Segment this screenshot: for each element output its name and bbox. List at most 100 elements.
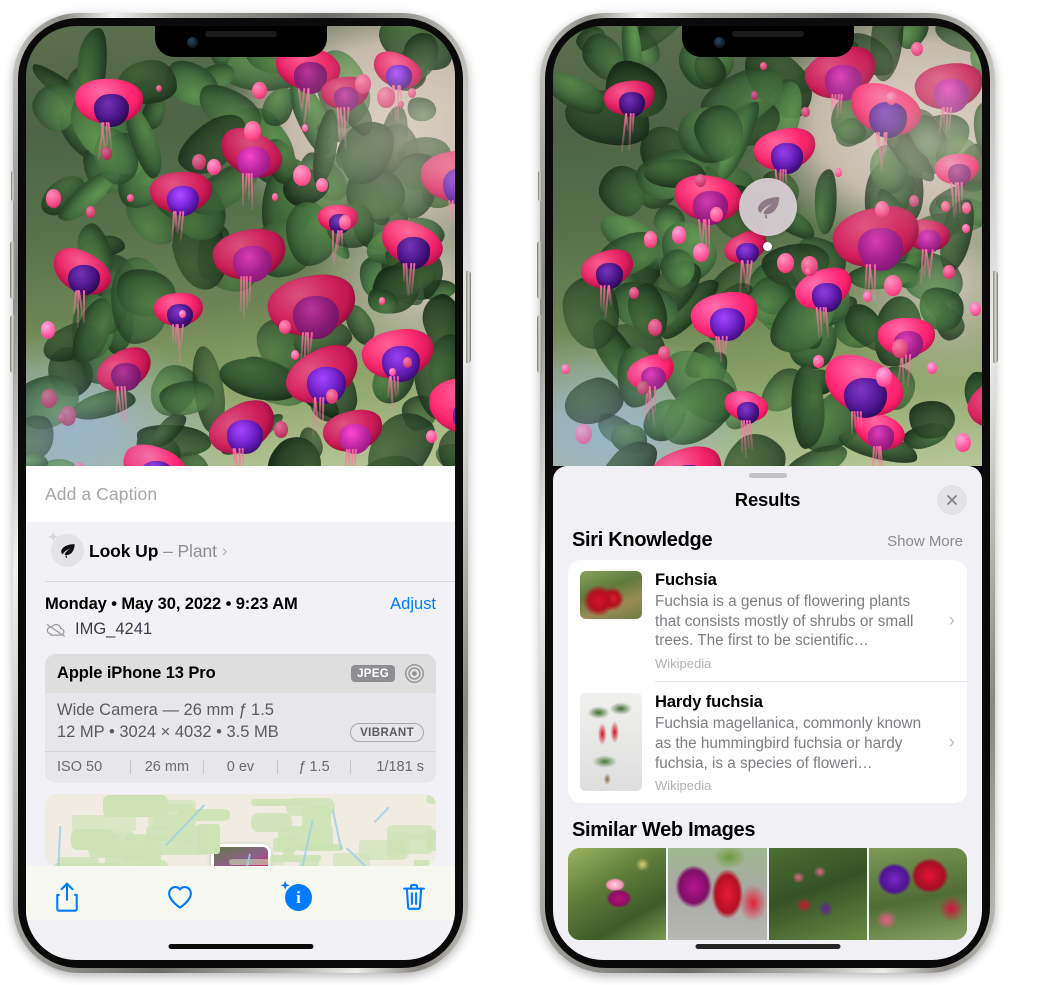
knowledge-text: Hardy fuchsia Fuchsia magellanica, commo…	[655, 693, 955, 793]
volume-up-button[interactable]	[537, 241, 542, 299]
lens-info: Wide Camera — 26 mm ƒ 1.5	[57, 701, 274, 719]
map-green-area	[426, 794, 436, 805]
look-up-row[interactable]: Look Up – Plant ›	[26, 522, 455, 581]
power-button[interactable]	[993, 271, 998, 363]
photo-bud	[908, 194, 919, 208]
knowledge-item[interactable]: Hardy fuchsia Fuchsia magellanica, commo…	[568, 682, 967, 803]
leaf-icon	[61, 544, 75, 558]
visual-lookup-badge[interactable]	[738, 178, 797, 251]
volume-down-button[interactable]	[10, 315, 15, 373]
chevron-right-icon: ›	[948, 609, 955, 631]
phone-screen-right: Results Siri Knowledge Show More Fuchsia…	[553, 26, 982, 960]
web-image-thumbnail[interactable]	[868, 848, 967, 941]
photo-fuchsia[interactable]	[26, 26, 455, 466]
caption-placeholder: Add a Caption	[45, 484, 158, 504]
power-button[interactable]	[466, 271, 471, 363]
photo-bud	[637, 381, 649, 396]
photo-stamen	[171, 323, 174, 342]
knowledge-item[interactable]: Fuchsia Fuchsia is a genus of flowering …	[568, 560, 967, 681]
web-image-thumbnail[interactable]	[668, 848, 767, 941]
volume-down-button[interactable]	[537, 315, 542, 373]
map-green-area	[414, 859, 429, 866]
home-indicator[interactable]	[168, 944, 313, 949]
photo-stamen	[346, 448, 351, 466]
photo-bud	[40, 320, 56, 339]
map-green-area	[293, 828, 315, 851]
show-more-button[interactable]: Show More	[887, 533, 963, 550]
photo-bud	[961, 202, 972, 214]
format-badge: JPEG	[351, 665, 395, 682]
photo-bud	[892, 339, 909, 358]
siri-knowledge-card: Fuchsia Fuchsia is a genus of flowering …	[568, 560, 967, 804]
share-icon[interactable]	[52, 881, 82, 913]
exif-stat-shutter: 1/181 s	[376, 759, 424, 775]
photo-bud	[776, 252, 794, 274]
photo-bud	[191, 153, 206, 171]
aperture-icon	[405, 664, 424, 683]
close-button[interactable]	[937, 485, 967, 515]
photo-bud	[326, 388, 339, 404]
photo-bud	[575, 424, 592, 445]
map-green-area	[102, 795, 168, 817]
knowledge-description: Fuchsia is a genus of flowering plants t…	[655, 593, 914, 650]
close-icon	[947, 495, 957, 505]
heart-icon[interactable]	[165, 881, 195, 913]
siri-knowledge-header: Siri Knowledge Show More	[553, 522, 982, 560]
photo-stamen	[82, 289, 85, 325]
map-green-area	[228, 858, 286, 865]
map-green-area	[285, 798, 336, 817]
photo-bud	[402, 356, 412, 368]
adjust-button[interactable]: Adjust	[390, 595, 436, 614]
location-map-card[interactable]	[45, 794, 436, 866]
chevron-right-icon: ›	[948, 731, 955, 753]
photo-bud	[648, 318, 662, 336]
photo-bud	[100, 146, 113, 160]
metadata-block: Monday • May 30, 2022 • 9:23 AM Adjust I…	[26, 582, 455, 648]
exif-card[interactable]: Apple iPhone 13 Pro JPEG Wide Camera — 2…	[45, 654, 436, 783]
photo-bud	[252, 81, 267, 99]
section-title: Similar Web Images	[572, 819, 756, 842]
photo-stamen	[942, 106, 946, 124]
photo-bud	[425, 429, 437, 444]
info-button[interactable]: i	[278, 880, 316, 914]
mute-switch[interactable]	[11, 171, 15, 201]
caption-input[interactable]: Add a Caption	[26, 466, 455, 522]
exif-stat-focal: 26 mm	[144, 759, 190, 775]
iphone-left: Add a Caption Look Up – Plant › Monday •…	[10, 13, 471, 973]
look-up-subject: Plant	[177, 540, 217, 561]
trash-icon[interactable]	[399, 881, 429, 913]
web-image-thumbnail[interactable]	[768, 848, 867, 941]
results-header: Results	[553, 478, 982, 522]
photo-bud	[45, 188, 62, 208]
map-green-area	[251, 812, 293, 833]
photo-bud	[338, 214, 351, 230]
photo-bud	[886, 91, 898, 105]
badge-anchor-dot	[763, 242, 772, 251]
chevron-right-icon: ›	[221, 541, 228, 560]
photo-bud	[377, 86, 395, 108]
photo-stamen	[653, 386, 657, 414]
home-indicator[interactable]	[695, 944, 840, 949]
photo-bud	[835, 168, 843, 177]
look-up-separator: –	[163, 540, 173, 561]
mute-switch[interactable]	[538, 171, 542, 201]
exif-stat-aperture: ƒ 1.5	[298, 759, 330, 775]
photo-stamen	[960, 182, 964, 204]
look-up-label: Look Up	[89, 540, 159, 561]
photographic-style-badge: VIBRANT	[350, 723, 424, 742]
icloud-slash-icon	[46, 623, 65, 637]
results-title: Results	[734, 489, 801, 510]
map-waterway	[373, 806, 390, 823]
knowledge-title: Fuchsia	[655, 571, 717, 589]
web-image-thumbnail[interactable]	[568, 848, 667, 941]
knowledge-description: Fuchsia magellanica, commonly known as t…	[655, 715, 922, 772]
filename-row: IMG_4241	[45, 620, 436, 639]
iphone-right: Results Siri Knowledge Show More Fuchsia…	[537, 13, 998, 973]
map-green-area	[273, 837, 298, 852]
photo-stamen	[242, 276, 246, 318]
photo-bud	[710, 206, 723, 222]
exif-stats-row: ISO 50 26 mm 0 ev ƒ 1.5 1/181 s	[45, 752, 436, 783]
volume-up-button[interactable]	[10, 241, 15, 299]
phone-screen-left: Add a Caption Look Up – Plant › Monday •…	[26, 26, 455, 960]
exif-header-right: JPEG	[351, 663, 425, 684]
